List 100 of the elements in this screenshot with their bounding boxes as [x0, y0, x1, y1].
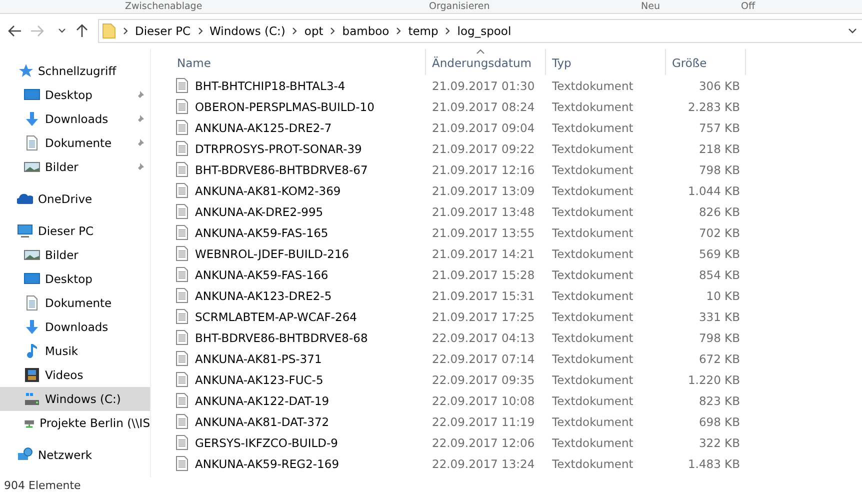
- table-cell-text: 10 KB: [705, 288, 741, 302]
- table-cell-text: 21.09.2017 17:25: [431, 310, 536, 324]
- sidebar-item[interactable]: Desktop: [0, 83, 150, 107]
- file-name[interactable]: ANKUNA-AK59-FAS-166: [195, 268, 328, 282]
- picture-icon: [24, 247, 40, 263]
- text-file-icon: [176, 225, 188, 240]
- column-header[interactable]: Name: [171, 49, 426, 75]
- sidebar-item[interactable]: Windows (C:): [0, 387, 150, 411]
- sidebar-item[interactable]: Projekte Berlin (\\IS: [0, 411, 150, 435]
- sidebar-item[interactable]: Downloads: [0, 107, 150, 131]
- table-cell-text: 22.09.2017 11:19: [431, 414, 536, 428]
- chevron-right-icon[interactable]: [445, 27, 450, 35]
- text-file-icon: [176, 204, 188, 219]
- network-globe-icon: [17, 447, 33, 463]
- table-cell-text: Textdokument: [551, 456, 634, 470]
- text-file-icon: [176, 309, 188, 324]
- file-name[interactable]: BHT-BDRVE86-BHTBDRVE8-67: [195, 162, 368, 176]
- address-bar[interactable]: Dieser PC Windows (C:) opt bamboo temp log_spool: [98, 19, 862, 43]
- file-name[interactable]: ANKUNA-AK122-DAT-19: [195, 394, 330, 408]
- text-file-icon: [176, 141, 188, 156]
- sidebar-item[interactable]: Dokumente: [0, 291, 150, 315]
- sidebar-item[interactable]: Dieser PC: [0, 219, 150, 243]
- ribbon-group-label: Off: [741, 0, 756, 12]
- picture-icon: [24, 159, 40, 175]
- file-name[interactable]: ANKUNA-AK59-REG2-169: [195, 456, 340, 470]
- file-name[interactable]: ANKUNA-AK81-PS-371: [195, 352, 322, 366]
- table-cell-text: 21.09.2017 13:09: [431, 184, 536, 198]
- table-cell-text: 672 KB: [698, 352, 741, 366]
- sidebar-item[interactable]: Bilder: [0, 243, 150, 267]
- file-name[interactable]: ANKUNA-AK59-FAS-165: [195, 226, 328, 240]
- table-cell-text: 22.09.2017 13:24: [431, 456, 536, 470]
- sidebar-item[interactable]: Desktop: [0, 267, 150, 291]
- table-cell-text: Textdokument: [551, 288, 634, 302]
- text-file-icon: [176, 120, 188, 135]
- file-name[interactable]: SCRMLABTEM-AP-WCAF-264: [195, 310, 357, 324]
- table-cell-text: 21.09.2017 08:24: [431, 100, 536, 114]
- column-header[interactable]: Größe: [666, 49, 746, 75]
- ribbon-group-label: Organisieren: [428, 0, 491, 12]
- file-name[interactable]: ANKUNA-AK123-FUC-5: [195, 372, 324, 386]
- table-cell-text: 21.09.2017 09:04: [431, 120, 536, 134]
- breadcrumb[interactable]: Windows (C:): [210, 24, 286, 38]
- file-name[interactable]: ANKUNA-AK81-KOM2-369: [195, 184, 341, 198]
- file-name[interactable]: ANKUNA-AK123-DRE2-5: [195, 288, 332, 302]
- text-file-icon: [176, 183, 188, 198]
- chevron-down-icon[interactable]: [58, 28, 66, 34]
- table-cell-text: 22.09.2017 09:35: [431, 372, 536, 386]
- table-cell-text: Textdokument: [551, 414, 634, 428]
- monitor-icon: [17, 223, 33, 239]
- table-cell-text: 702 KB: [698, 226, 741, 240]
- column-header[interactable]: Änderungsdatum: [426, 49, 546, 75]
- file-name[interactable]: BHT-BHTCHIP18-BHTAL3-4: [195, 78, 346, 92]
- file-name[interactable]: ANKUNA-AK-DRE2-995: [195, 204, 324, 218]
- table-cell-text: 22.09.2017 04:13: [431, 330, 536, 344]
- ribbon-group-label: Zwischenablage: [125, 0, 204, 12]
- file-name[interactable]: BHT-BDRVE86-BHTBDRVE8-68: [195, 330, 368, 344]
- breadcrumb[interactable]: Dieser PC: [135, 24, 191, 38]
- table-cell-text: 21.09.2017 01:30: [431, 78, 536, 92]
- table-cell-text: 331 KB: [698, 310, 741, 324]
- sidebar-item[interactable]: Downloads: [0, 315, 150, 339]
- chevron-right-icon[interactable]: [396, 27, 402, 35]
- folder-icon: [102, 23, 116, 39]
- up-arrow-icon[interactable]: [76, 24, 88, 38]
- table-cell-text: 1.483 KB: [686, 456, 741, 470]
- file-name[interactable]: DTRPROSYS-PROT-SONAR-39: [195, 142, 362, 156]
- document-icon: [24, 295, 40, 311]
- table-cell-text: Textdokument: [551, 330, 634, 344]
- file-name[interactable]: OBERON-PERSPLMAS-BUILD-10: [195, 100, 374, 114]
- chevron-down-icon[interactable]: [848, 28, 857, 34]
- sidebar-item[interactable]: Netzwerk: [0, 443, 150, 467]
- star-icon: [17, 63, 33, 79]
- sidebar-item[interactable]: Musik: [0, 339, 150, 363]
- chevron-right-icon[interactable]: [123, 27, 128, 35]
- breadcrumb[interactable]: bamboo: [342, 24, 390, 38]
- breadcrumb[interactable]: opt: [304, 24, 324, 38]
- sidebar-item[interactable]: Dokumente: [0, 131, 150, 155]
- table-cell-text: 22.09.2017 10:08: [431, 394, 536, 408]
- chevron-right-icon[interactable]: [198, 27, 203, 35]
- table-cell-text: 21.09.2017 13:55: [431, 226, 536, 240]
- sidebar-item[interactable]: Bilder: [0, 155, 150, 179]
- file-name[interactable]: ANKUNA-AK125-DRE2-7: [195, 120, 332, 134]
- table-cell-text: 21.09.2017 09:22: [431, 142, 536, 156]
- sidebar-item[interactable]: Schnellzugriff: [0, 59, 150, 83]
- back-arrow-icon[interactable]: [8, 25, 22, 37]
- file-name[interactable]: WEBNROL-JDEF-BUILD-216: [195, 246, 350, 260]
- column-header[interactable]: Typ: [546, 49, 666, 75]
- file-name[interactable]: GERSYS-IKFZCO-BUILD-9: [195, 436, 338, 450]
- text-file-icon: [176, 456, 188, 471]
- chevron-right-icon[interactable]: [330, 27, 336, 35]
- sort-caret-icon: [476, 49, 485, 54]
- sidebar-item[interactable]: OneDrive: [0, 187, 150, 211]
- table-cell-text: Textdokument: [551, 268, 634, 282]
- table-cell-text: 21.09.2017 15:31: [431, 288, 536, 302]
- file-name[interactable]: ANKUNA-AK81-DAT-372: [195, 414, 330, 428]
- table-cell-text: Textdokument: [551, 204, 634, 218]
- breadcrumb[interactable]: temp: [408, 24, 438, 38]
- sidebar-item[interactable]: Videos: [0, 363, 150, 387]
- table-cell-text: 218 KB: [698, 142, 741, 156]
- chevron-right-icon[interactable]: [292, 27, 298, 35]
- breadcrumb[interactable]: log_spool: [457, 24, 512, 38]
- table-cell-text: 21.09.2017 15:28: [431, 268, 536, 282]
